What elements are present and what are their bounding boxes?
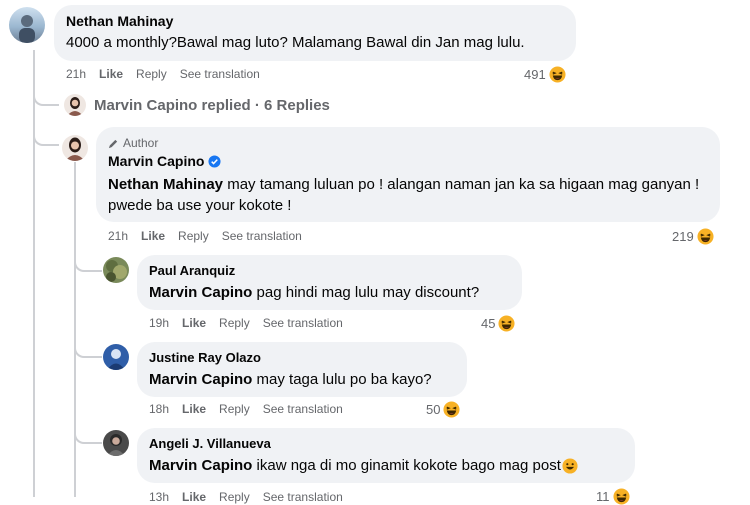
- avatar[interactable]: [64, 94, 86, 116]
- avatar-photo-icon: [107, 349, 125, 370]
- pencil-icon: [108, 139, 118, 148]
- comment-author[interactable]: Nethan Mahinay: [66, 13, 173, 29]
- comment-actions: 18h Like Reply See translation: [149, 402, 356, 416]
- thread-connector: [33, 88, 59, 106]
- like-button[interactable]: Like: [182, 402, 206, 416]
- avatar[interactable]: [103, 344, 129, 370]
- thread-line: [74, 162, 76, 497]
- comment-bubble: Paul Aranquiz Marvin Capino pag hindi ma…: [137, 255, 522, 310]
- reply-button[interactable]: Reply: [136, 67, 167, 81]
- reaction-number: 491: [524, 67, 546, 82]
- comment-text: Marvin Capino pag hindi mag lulu may dis…: [149, 282, 479, 303]
- comment-author[interactable]: Paul Aranquiz: [149, 263, 235, 278]
- reply-button[interactable]: Reply: [219, 316, 250, 330]
- see-translation-link[interactable]: See translation: [263, 402, 343, 416]
- timestamp[interactable]: 13h: [149, 490, 169, 504]
- reply-button[interactable]: Reply: [219, 402, 250, 416]
- avatar[interactable]: [9, 7, 45, 43]
- reaction-number: 219: [672, 229, 694, 244]
- grinning-emoji-icon: [562, 457, 578, 474]
- avatar-photo-icon: [65, 137, 85, 161]
- thread-line: [33, 50, 35, 497]
- thread-connector: [74, 426, 102, 444]
- author-badge: Author: [108, 136, 158, 150]
- avatar-photo-icon: [19, 15, 35, 43]
- thread-connector: [33, 128, 59, 146]
- thread-connector: [74, 254, 102, 272]
- timestamp[interactable]: 21h: [108, 229, 128, 243]
- timestamp[interactable]: 19h: [149, 316, 169, 330]
- comment-bubble: Author Marvin Capino Nethan Mahinay may …: [96, 127, 720, 222]
- reaction-count[interactable]: 45: [481, 315, 515, 332]
- comment-bubble: Justine Ray Olazo Marvin Capino may taga…: [137, 342, 467, 397]
- like-button[interactable]: Like: [99, 67, 123, 81]
- comment-author[interactable]: Marvin Capino: [108, 153, 204, 169]
- comment-body: ikaw nga di mo ginamit kokote bago mag p…: [252, 457, 561, 474]
- reaction-count[interactable]: 491: [524, 66, 566, 83]
- reaction-count[interactable]: 219: [672, 228, 714, 245]
- see-translation-link[interactable]: See translation: [263, 316, 343, 330]
- avatar-photo-icon: [107, 434, 125, 456]
- thread-connector: [74, 340, 102, 358]
- haha-emoji-icon: [549, 66, 566, 83]
- like-button[interactable]: Like: [141, 229, 165, 243]
- author-badge-label: Author: [123, 136, 159, 150]
- comment-text: 4000 a monthly?Bawal mag luto? Malamang …: [66, 34, 525, 51]
- reaction-count[interactable]: 50: [426, 401, 460, 418]
- avatar[interactable]: [62, 135, 88, 161]
- comment-text: Nethan Mahinay may tamang luluan po ! al…: [108, 174, 713, 216]
- comment-body: pag hindi mag lulu may discount?: [252, 284, 480, 301]
- verified-badge-icon: [208, 154, 222, 168]
- comment-author[interactable]: Angeli J. Villanueva: [149, 436, 271, 451]
- reaction-number: 45: [481, 316, 496, 331]
- reaction-number: 50: [426, 402, 441, 417]
- comment-actions: 19h Like Reply See translation: [149, 316, 356, 330]
- like-button[interactable]: Like: [182, 316, 206, 330]
- mention-link[interactable]: Marvin Capino: [149, 455, 252, 476]
- comment-author[interactable]: Justine Ray Olazo: [149, 350, 261, 365]
- comment-text: Marvin Capino may taga lulu po ba kayo?: [149, 369, 432, 390]
- haha-emoji-icon: [697, 228, 714, 245]
- comment-bubble: Angeli J. Villanueva Marvin Capino ikaw …: [137, 428, 635, 483]
- avatar[interactable]: [103, 257, 129, 283]
- comment-actions: 21h Like Reply See translation: [66, 67, 273, 81]
- haha-emoji-icon: [498, 315, 515, 332]
- see-translation-link[interactable]: See translation: [180, 67, 260, 81]
- comment-body: may taga lulu po ba kayo?: [252, 371, 432, 388]
- reply-button[interactable]: Reply: [178, 229, 209, 243]
- mention-link[interactable]: Marvin Capino: [149, 371, 252, 388]
- comment-actions: 13h Like Reply See translation: [149, 490, 356, 504]
- comment-bubble: Nethan Mahinay 4000 a monthly?Bawal mag …: [54, 5, 576, 61]
- timestamp[interactable]: 21h: [66, 67, 86, 81]
- comment-actions: 21h Like Reply See translation: [108, 229, 315, 243]
- avatar[interactable]: [103, 430, 129, 456]
- timestamp[interactable]: 18h: [149, 402, 169, 416]
- see-translation-link[interactable]: See translation: [263, 490, 343, 504]
- see-translation-link[interactable]: See translation: [222, 229, 302, 243]
- avatar-photo-icon: [106, 260, 127, 282]
- avatar-photo-icon: [67, 97, 83, 116]
- replies-summary-link[interactable]: Marvin Capino replied · 6 Replies: [94, 97, 330, 114]
- mention-link[interactable]: Nethan Mahinay: [108, 176, 223, 193]
- author-row: Marvin Capino: [108, 153, 222, 169]
- haha-emoji-icon: [443, 401, 460, 418]
- reply-button[interactable]: Reply: [219, 490, 250, 504]
- mention-link[interactable]: Marvin Capino: [149, 284, 252, 301]
- comment-text: Marvin Capino ikaw nga di mo ginamit kok…: [149, 455, 578, 476]
- like-button[interactable]: Like: [182, 490, 206, 504]
